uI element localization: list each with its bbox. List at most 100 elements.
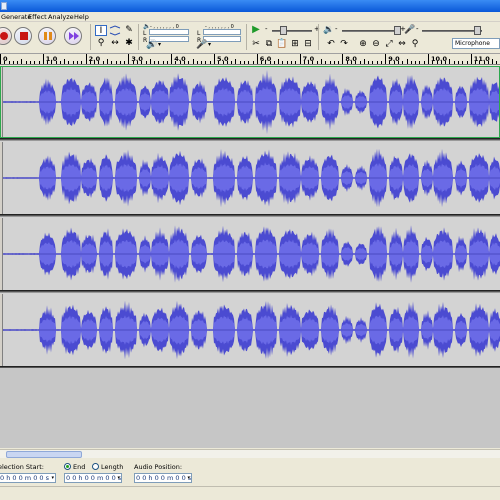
stop-button[interactable] xyxy=(14,27,32,45)
zoom-toggle-icon[interactable]: ⚲ xyxy=(409,38,421,50)
selection-start-field[interactable]: 0 h 0 0 m 0 0 s ▾ xyxy=(0,473,56,483)
pause-icon xyxy=(39,28,55,44)
audio-track[interactable] xyxy=(0,218,500,290)
audio-position-dropdown-icon[interactable]: ▾ xyxy=(187,474,190,482)
timeshift-tool-icon[interactable]: ↔ xyxy=(109,38,121,49)
timeline-ruler[interactable]: 0 1.0 2.0 3.0 4.0 5.0 6.0 7.0 8.0 9.0 10.0 11.0 xyxy=(0,53,500,65)
track-separator[interactable] xyxy=(0,138,500,141)
volume-icon[interactable]: 🔉 xyxy=(323,24,335,36)
menu-help[interactable]: Help xyxy=(74,13,89,21)
end-dropdown-icon[interactable]: ▾ xyxy=(117,474,120,482)
ruler-minor-tick xyxy=(222,61,224,64)
menu-effect[interactable]: Effect xyxy=(28,13,47,21)
empty-track-area[interactable] xyxy=(0,368,500,448)
ruler-minor-tick xyxy=(393,61,395,64)
silence-icon[interactable]: ⊟ xyxy=(302,38,314,50)
speed-slider-thumb[interactable] xyxy=(280,26,287,35)
pause-button[interactable] xyxy=(38,27,56,45)
scrollbar-thumb[interactable] xyxy=(6,451,82,458)
ruler-minor-tick xyxy=(55,61,57,64)
audio-position-field[interactable]: 0 0 h 0 0 m 0 0 s ▾ xyxy=(134,473,192,483)
ruler-minor-tick xyxy=(406,59,408,64)
microphone-dropdown-icon[interactable]: ▾ xyxy=(208,41,211,48)
end-radio[interactable] xyxy=(64,463,71,470)
menu-bar: Generate Effect Analyze Help xyxy=(0,12,500,22)
undo-icon[interactable]: ↶ xyxy=(325,38,337,50)
draw-tool-icon[interactable]: ✎ xyxy=(123,25,135,36)
ruler-minor-tick xyxy=(475,61,477,64)
envelope-tool-icon[interactable] xyxy=(109,25,121,36)
app-icon[interactable] xyxy=(1,2,7,10)
speed-slider-track[interactable] xyxy=(272,30,312,32)
play-at-speed-icon[interactable]: ▶ xyxy=(250,24,262,36)
waveform[interactable] xyxy=(0,218,500,290)
ruler-major-tick xyxy=(299,54,301,64)
ruler-minor-tick xyxy=(350,61,352,64)
ruler-minor-tick xyxy=(21,59,23,64)
ruler-minor-tick xyxy=(269,61,271,64)
selection-tool-icon[interactable]: I xyxy=(95,25,107,36)
ruler-minor-tick xyxy=(487,61,489,64)
horizontal-scrollbar[interactable] xyxy=(0,449,500,458)
ruler-minor-tick xyxy=(278,59,280,64)
track-separator[interactable] xyxy=(0,214,500,217)
trim-icon[interactable]: ⊞ xyxy=(289,38,301,50)
input-slider-thumb[interactable] xyxy=(474,26,481,35)
skip-end-icon xyxy=(65,28,81,44)
ruler-minor-tick xyxy=(209,61,211,64)
input-device-select[interactable]: Microphone xyxy=(452,38,500,49)
ruler-minor-tick xyxy=(282,61,284,64)
input-slider-track[interactable] xyxy=(422,30,482,32)
speaker-icon[interactable]: 🔊 xyxy=(146,39,158,51)
speaker-dropdown-icon[interactable]: ▾ xyxy=(158,41,161,48)
fit-project-icon[interactable]: ⇔ xyxy=(396,38,408,50)
track-area[interactable] xyxy=(0,66,500,369)
ruler-minor-tick xyxy=(196,61,198,64)
menu-analyze[interactable]: Analyze xyxy=(48,13,74,21)
zoom-tool-icon[interactable]: ⚲ xyxy=(95,38,107,49)
volume-slider-track[interactable] xyxy=(342,30,397,32)
end-field[interactable]: 0 0 h 0 0 m 0 0 s ▾ xyxy=(64,473,122,483)
ruler-major-tick xyxy=(0,54,1,64)
track-control-panel[interactable] xyxy=(0,294,3,366)
length-radio[interactable] xyxy=(92,463,99,470)
ruler-minor-tick xyxy=(149,59,151,64)
track-control-panel[interactable] xyxy=(0,142,3,214)
menu-generate[interactable]: Generate xyxy=(1,13,31,21)
ruler-minor-tick xyxy=(265,61,267,64)
input-minus-label: - xyxy=(416,25,419,33)
ruler-minor-tick xyxy=(12,61,14,64)
microphone-icon[interactable]: 🎤 xyxy=(196,39,208,51)
ruler-minor-tick xyxy=(248,61,250,64)
ruler-minor-tick xyxy=(124,61,126,64)
redo-icon[interactable]: ↷ xyxy=(338,38,350,50)
ruler-minor-tick xyxy=(303,61,305,64)
ruler-minor-tick xyxy=(17,61,19,64)
ruler-minor-tick xyxy=(8,61,10,64)
ruler-minor-tick xyxy=(51,61,53,64)
audio-track[interactable] xyxy=(0,294,500,366)
waveform[interactable] xyxy=(0,142,500,214)
track-control-panel[interactable] xyxy=(0,218,3,290)
ruler-minor-tick xyxy=(286,61,288,64)
record-meter-left[interactable] xyxy=(203,29,241,35)
record-button[interactable] xyxy=(0,27,12,45)
paste-icon[interactable]: 📋 xyxy=(276,38,288,50)
ruler-minor-tick xyxy=(312,61,314,64)
ruler-minor-tick xyxy=(295,61,297,64)
copy-icon[interactable]: ⧉ xyxy=(263,38,275,50)
ruler-minor-tick xyxy=(239,61,241,64)
play-meter-left[interactable] xyxy=(149,29,189,35)
audio-track[interactable] xyxy=(0,142,500,214)
skip-end-button[interactable] xyxy=(64,27,82,45)
cut-icon[interactable]: ✂ xyxy=(250,38,262,50)
waveform[interactable] xyxy=(0,294,500,366)
track-separator[interactable] xyxy=(0,290,500,293)
input-volume-icon[interactable]: 🎤 xyxy=(404,24,416,36)
selection-start-dropdown-icon[interactable]: ▾ xyxy=(51,474,54,482)
fit-selection-icon[interactable]: ⤢ xyxy=(383,38,395,50)
ruler-minor-tick xyxy=(111,61,113,64)
zoom-out-icon[interactable]: ⊖ xyxy=(370,38,382,50)
zoom-in-icon[interactable]: ⊕ xyxy=(357,38,369,50)
multi-tool-icon[interactable]: ✱ xyxy=(123,38,135,49)
